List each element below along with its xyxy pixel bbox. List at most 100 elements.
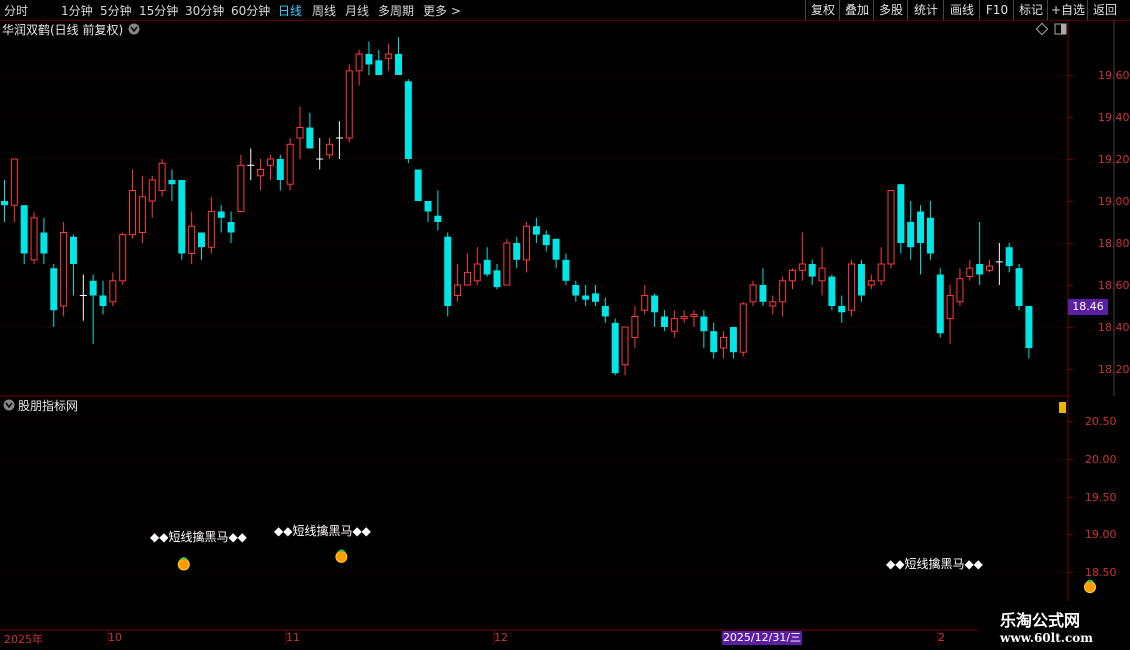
x-tick-label: 10: [108, 631, 122, 644]
x-tick-label: 2025年: [4, 633, 43, 646]
candle-body: [99, 295, 107, 306]
logo-title: 乐淘公式网: [1000, 611, 1081, 630]
candle-body: [10, 158, 18, 206]
candle-body: [50, 268, 58, 311]
candle-body: [30, 217, 38, 261]
watermark-logo: 乐淘公式网 www.60lt.com: [978, 601, 1130, 650]
candle-body: [680, 316, 688, 320]
candle-body: [936, 274, 944, 334]
y-tick-label: 19.00: [1098, 195, 1130, 208]
x-tick-label: 11: [286, 631, 300, 644]
candle-body: [345, 70, 353, 139]
candle-body: [286, 143, 294, 185]
kline-chart[interactable]: [0, 0, 1130, 650]
candle-body: [779, 280, 787, 303]
signal-label: ◆◆短线擒黑马◆◆: [150, 530, 247, 544]
candle-body: [917, 211, 925, 243]
candle-body: [119, 234, 127, 282]
panel-icons: [3, 22, 1067, 413]
candle-body: [641, 295, 649, 311]
candle-body: [148, 179, 156, 202]
cursor-date-badge: 2025/12/31/三: [722, 631, 802, 645]
candle-body: [601, 306, 609, 317]
indicator-dropdown-icon: [3, 399, 15, 411]
candle-body: [887, 190, 895, 265]
y-tick-label: 18.40: [1098, 321, 1130, 334]
candle-body: [1, 201, 8, 206]
candle-body: [306, 127, 314, 149]
candle-body: [848, 263, 856, 311]
y-tick-label: 18.80: [1098, 237, 1130, 250]
candle-body: [670, 318, 678, 332]
window-icon-fill: [1061, 24, 1066, 34]
candle-body: [385, 53, 393, 59]
candle-body: [789, 269, 796, 282]
candle-body: [266, 158, 274, 166]
candle-body: [365, 54, 373, 65]
candle-body: [907, 222, 915, 248]
candle-body: [729, 327, 737, 353]
y-tick-label: 19.60: [1098, 69, 1130, 82]
x-tick-label: 2: [938, 631, 945, 644]
candle-body: [414, 169, 422, 201]
signal-label: ◆◆短线擒黑马◆◆: [274, 524, 371, 538]
candle-body: [207, 211, 215, 248]
candle-body: [168, 180, 176, 185]
candle-body: [355, 53, 363, 72]
y-tick-label: 19.40: [1098, 111, 1130, 124]
candle-body: [1005, 247, 1013, 267]
signal-leaf-icon: [179, 556, 188, 560]
ind-y-tick-label: 19.00: [1085, 528, 1117, 541]
candle-body: [631, 316, 639, 338]
signal-leaf-icon: [1086, 579, 1094, 583]
candle-body: [700, 316, 708, 332]
candle-body: [227, 222, 235, 233]
candle-body: [40, 232, 48, 254]
candle-body: [326, 143, 334, 156]
title-dropdown-icon: [128, 23, 140, 35]
candle-body: [89, 280, 97, 296]
signal-leaf-icon: [337, 549, 346, 552]
candle-body: [552, 238, 560, 260]
candle-body: [710, 331, 718, 353]
candle-body: [69, 236, 77, 264]
candle-body: [513, 243, 521, 260]
candle-body: [759, 285, 767, 302]
candle-body: [651, 295, 659, 313]
candle-body: [20, 205, 28, 254]
candle-body: [592, 293, 599, 302]
ind-y-tick-label: 19.50: [1085, 491, 1117, 504]
y-tick-label: 19.20: [1098, 153, 1130, 166]
chart-title: 华润双鹤(日线 前复权): [2, 23, 124, 37]
ind-y-tick-label: 20.00: [1085, 453, 1117, 466]
candles-layer: [1, 37, 1033, 376]
signal-marker-icon: [335, 550, 348, 563]
ind-y-tick-label: 18.50: [1085, 566, 1117, 579]
last-price-badge: 18.46: [1068, 299, 1108, 315]
candle-body: [395, 54, 402, 75]
candle-body: [532, 226, 540, 235]
candle-body: [454, 284, 462, 296]
candle-body: [109, 280, 117, 303]
candle-body: [257, 169, 265, 177]
candle-body: [375, 60, 383, 75]
candle-body: [769, 301, 777, 307]
ind-y-tick-label: 20.50: [1085, 415, 1117, 428]
candle-body: [897, 184, 905, 243]
candle-body: [483, 259, 491, 275]
candle-body: [424, 201, 432, 212]
candle-body: [473, 263, 481, 282]
candle-body: [798, 263, 806, 271]
candle-body: [808, 264, 816, 277]
candle-body: [296, 127, 304, 139]
candle-body: [611, 322, 619, 374]
candle-body: [867, 280, 875, 286]
diamond-icon: [1035, 22, 1049, 36]
candle-body: [690, 313, 698, 317]
candle-body: [503, 242, 511, 286]
candle-body: [198, 232, 205, 248]
signal-label: ◆◆短线擒黑马◆◆: [886, 557, 983, 571]
candle-body: [129, 190, 137, 236]
candle-body: [138, 196, 146, 234]
candle-body: [178, 180, 186, 254]
